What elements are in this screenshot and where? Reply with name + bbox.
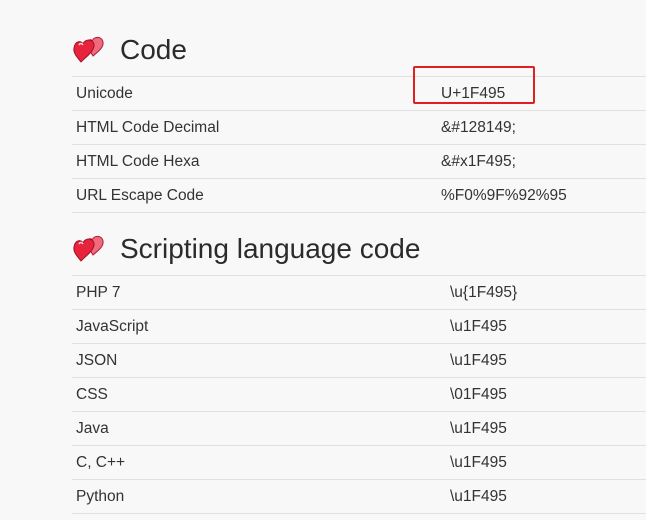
row-key: Python [76,488,125,505]
scripting-section: Scripting language code PHP 7 \u{1F495} … [72,229,646,514]
table-row: Unicode U+1F495 [72,76,646,110]
two-hearts-icon [72,35,106,65]
table-row: JavaScript \u1F495 [72,309,646,343]
table-row: Java \u1F495 [72,411,646,445]
row-key: Used since [76,0,150,4]
row-key: URL Escape Code [76,187,204,204]
table-row: C, C++ \u1F495 [72,445,646,479]
row-value[interactable]: \u1F495 [450,352,507,370]
row-key: JSON [76,352,118,369]
section-heading-code: Code [72,30,646,70]
row-key: Java [76,420,109,437]
row-key: HTML Code Hexa [76,153,200,170]
row-value[interactable]: &#128149; [441,119,516,137]
partial-row-used-since: Used since 2010 [72,0,646,4]
section-title: Code [120,34,187,65]
table-row: HTML Code Hexa &#x1F495; [72,144,646,178]
row-value[interactable]: \u1F495 [450,420,507,438]
two-hearts-icon [72,234,106,264]
row-key: Unicode [76,85,133,102]
table-row: JSON \u1F495 [72,343,646,377]
row-value[interactable]: U+1F495 [441,85,505,103]
row-value[interactable]: \01F495 [450,386,507,404]
table-row: PHP 7 \u{1F495} [72,275,646,309]
row-value[interactable]: \u1F495 [450,318,507,336]
scripting-table: PHP 7 \u{1F495} JavaScript \u1F495 JSON … [72,275,646,514]
row-value[interactable]: \u1F495 [450,488,507,506]
row-value[interactable]: \u1F495 [450,454,507,472]
table-row: CSS \01F495 [72,377,646,411]
row-key: JavaScript [76,318,149,335]
table-row: HTML Code Decimal &#128149; [72,110,646,144]
code-section: Code Unicode U+1F495 HTML Code Decimal &… [72,30,646,213]
row-key: CSS [76,386,108,403]
section-heading-scripting: Scripting language code [72,229,646,269]
table-row: URL Escape Code %F0%9F%92%95 [72,178,646,213]
row-value[interactable]: %F0%9F%92%95 [441,187,567,205]
section-title: Scripting language code [120,233,421,264]
table-row: Python \u1F495 [72,479,646,514]
row-value[interactable]: \u{1F495} [450,284,517,302]
row-key: HTML Code Decimal [76,119,220,136]
row-value[interactable]: &#x1F495; [441,153,516,171]
row-key: C, C++ [76,454,126,471]
row-value: 2010 [442,0,475,4]
row-key: PHP 7 [76,284,121,301]
code-table: Unicode U+1F495 HTML Code Decimal &#1281… [72,76,646,213]
